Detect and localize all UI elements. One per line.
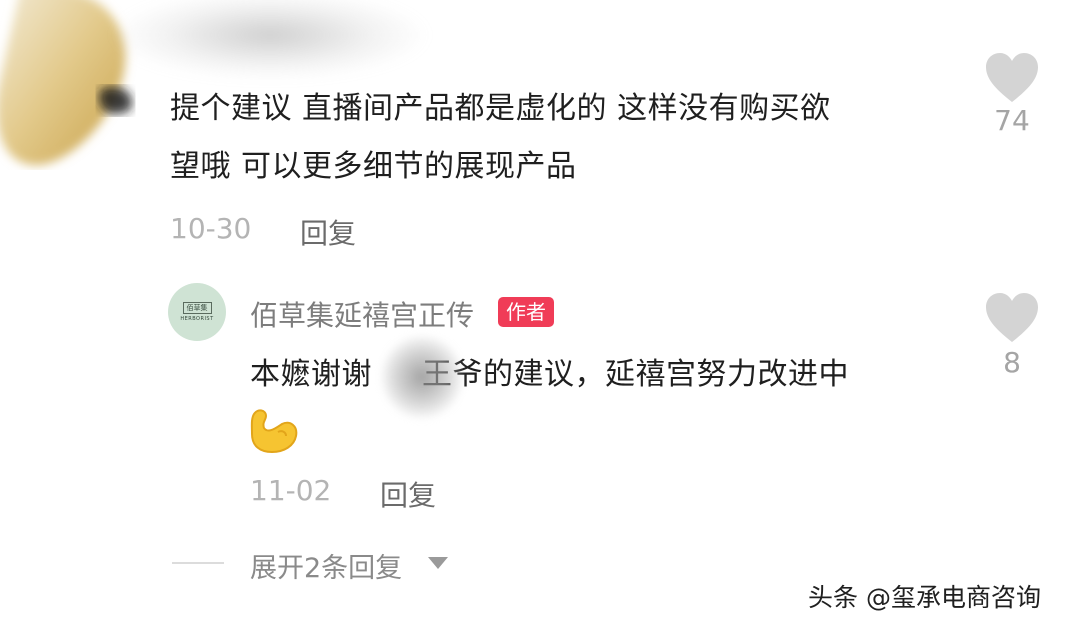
caret-down-icon[interactable] bbox=[428, 557, 448, 569]
author-badge: 作者 bbox=[498, 297, 554, 327]
reply-text-part-2: 王爷的建议，延禧宫努力改进中 bbox=[422, 357, 849, 392]
heart-icon[interactable] bbox=[984, 292, 1040, 344]
reply-reply-button[interactable]: 回复 bbox=[380, 474, 436, 514]
comment-text: 提个建议 直播间产品都是虚化的 这样没有购买欲 望哦 可以更多细节的展现产品 bbox=[170, 80, 950, 196]
comment-like-count: 74 bbox=[994, 104, 1030, 137]
comment-reply-button[interactable]: 回复 bbox=[300, 212, 356, 252]
reply-text-part-1: 本嬷谢谢 bbox=[250, 357, 372, 392]
watermark: 头条 @玺承电商咨询 bbox=[808, 583, 1041, 612]
expand-replies-button[interactable]: 展开2条回复 bbox=[250, 546, 402, 585]
blur-smudge bbox=[110, 0, 430, 80]
flexed-biceps-icon bbox=[250, 409, 298, 454]
comment-text-line-1: 提个建议 直播间产品都是虚化的 这样没有购买欲 bbox=[170, 91, 831, 126]
reply-username[interactable]: 佰草集延禧宫正传 bbox=[250, 294, 474, 334]
reply-text: 本嬷谢谢 王爷的建议，延禧宫努力改进中 bbox=[250, 346, 849, 404]
divider-line bbox=[172, 562, 224, 564]
reply-date: 11-02 bbox=[250, 474, 332, 507]
reply-avatar[interactable]: 佰草集 HERBORIST bbox=[168, 283, 226, 341]
comment-text-line-2: 望哦 可以更多细节的展现产品 bbox=[170, 149, 577, 184]
avatar-logo-text: 佰草集 bbox=[182, 302, 212, 314]
mosaic-blur bbox=[382, 336, 462, 418]
heart-icon[interactable] bbox=[984, 52, 1040, 104]
comment-date: 10-30 bbox=[170, 212, 252, 245]
avatar-logo-subtext: HERBORIST bbox=[180, 316, 214, 322]
reply-like-count: 8 bbox=[1003, 346, 1021, 379]
